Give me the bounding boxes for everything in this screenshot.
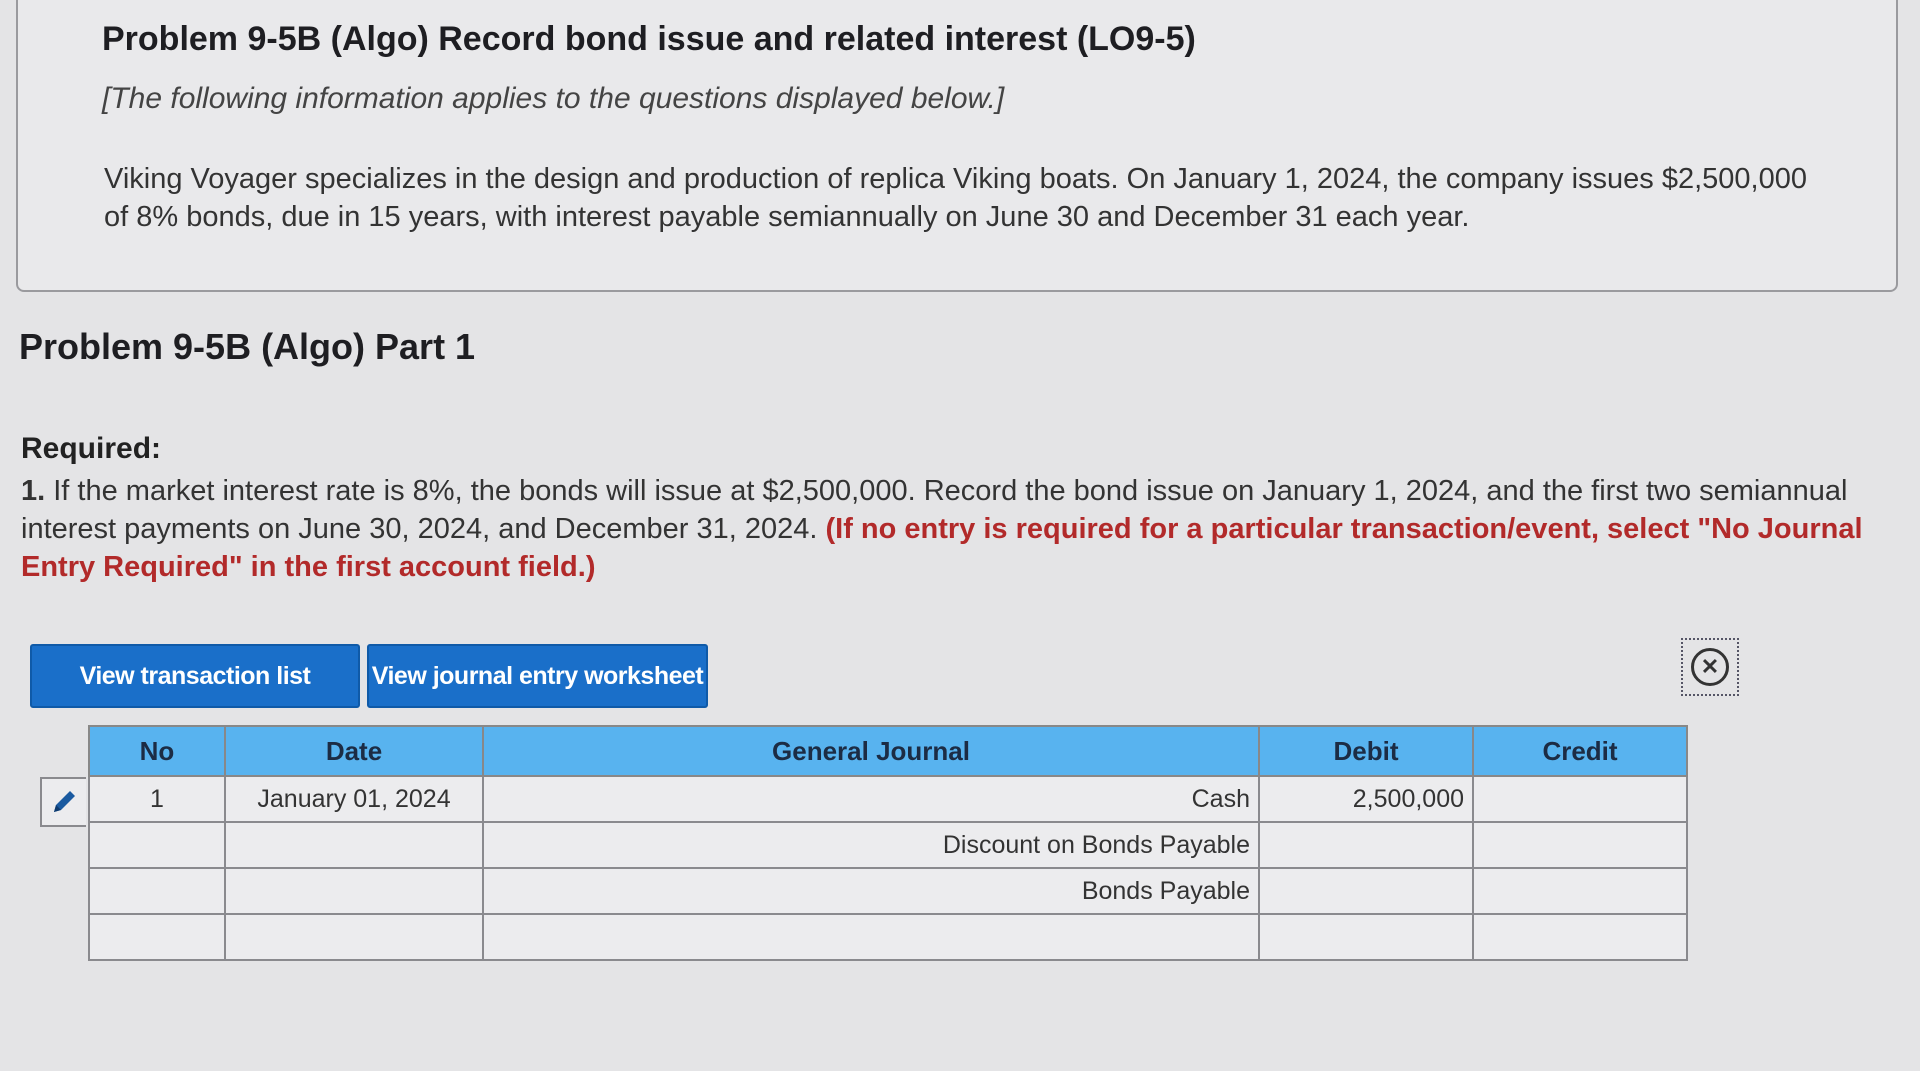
header-date: Date xyxy=(224,725,484,777)
problem-subtitle: [The following information applies to th… xyxy=(102,82,1005,115)
required-text-block: 1. If the market interest rate is 8%, th… xyxy=(21,472,1881,586)
row-date[interactable]: January 01, 2024 xyxy=(224,775,484,823)
row-credit[interactable] xyxy=(1472,913,1688,961)
part-title: Problem 9-5B (Algo) Part 1 xyxy=(19,326,476,367)
row-no xyxy=(88,867,226,915)
edit-entry-button[interactable] xyxy=(40,777,86,827)
general-journal-table: No Date General Journal Debit Credit 1 J… xyxy=(88,725,1688,961)
row-credit[interactable] xyxy=(1472,867,1688,915)
pencil-icon xyxy=(54,791,75,812)
close-circle-icon: ✕ xyxy=(1691,648,1729,686)
row-date[interactable] xyxy=(224,821,484,869)
problem-description: Viking Voyager specializes in the design… xyxy=(104,163,1807,233)
table-row xyxy=(88,913,1688,961)
view-journal-worksheet-button[interactable]: View journal entry worksheet xyxy=(367,644,708,708)
header-debit: Debit xyxy=(1258,725,1474,777)
table-row: Discount on Bonds Payable xyxy=(88,821,1688,869)
header-credit: Credit xyxy=(1472,725,1688,777)
journal-header-row: No Date General Journal Debit Credit xyxy=(88,725,1688,777)
close-button[interactable]: ✕ xyxy=(1681,638,1739,696)
row-account[interactable]: Cash xyxy=(482,775,1260,823)
row-debit[interactable] xyxy=(1258,867,1474,915)
view-transaction-list-button[interactable]: View transaction list xyxy=(30,644,360,708)
row-credit[interactable] xyxy=(1472,821,1688,869)
row-no xyxy=(88,821,226,869)
problem-title: Problem 9-5B (Algo) Record bond issue an… xyxy=(102,20,1196,58)
required-number: 1. xyxy=(21,475,46,507)
row-debit[interactable] xyxy=(1258,913,1474,961)
row-credit[interactable] xyxy=(1472,775,1688,823)
row-no: 1 xyxy=(88,775,226,823)
required-heading: Required: xyxy=(21,432,162,465)
row-date[interactable] xyxy=(224,913,484,961)
row-account[interactable]: Discount on Bonds Payable xyxy=(482,821,1260,869)
row-date[interactable] xyxy=(224,867,484,915)
row-account[interactable] xyxy=(482,913,1260,961)
row-account[interactable]: Bonds Payable xyxy=(482,867,1260,915)
row-no xyxy=(88,913,226,961)
table-row: Bonds Payable xyxy=(88,867,1688,915)
row-debit[interactable]: 2,500,000 xyxy=(1258,775,1474,823)
header-no: No xyxy=(88,725,226,777)
row-debit[interactable] xyxy=(1258,821,1474,869)
table-row: 1 January 01, 2024 Cash 2,500,000 xyxy=(88,775,1688,823)
header-general-journal: General Journal xyxy=(482,725,1260,777)
